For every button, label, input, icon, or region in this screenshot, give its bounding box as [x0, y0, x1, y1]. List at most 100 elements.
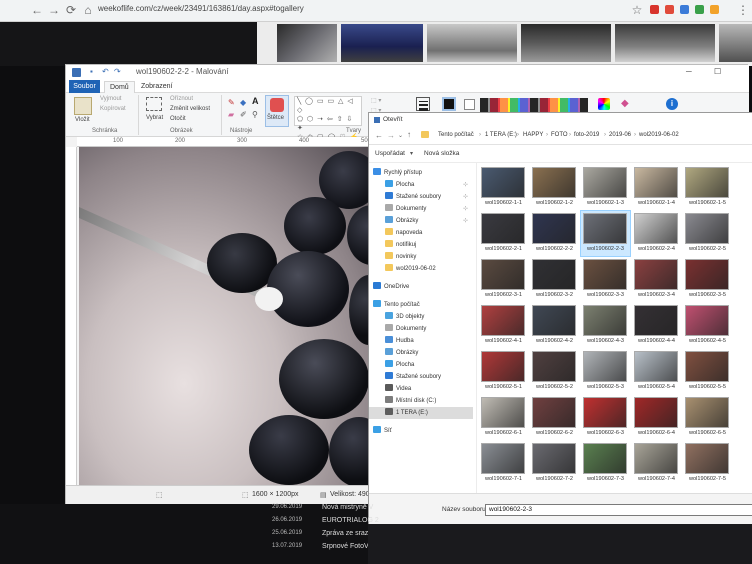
- tab-home[interactable]: Domů: [104, 81, 135, 93]
- tree-item[interactable]: wol2019-06-02: [369, 263, 473, 275]
- tree-item[interactable]: Stažené soubory ⊹: [369, 191, 473, 203]
- breadcrumb-item[interactable]: FOTO: [551, 132, 568, 138]
- reload-icon[interactable]: ⟳: [64, 3, 78, 17]
- extension-icon[interactable]: [695, 5, 704, 14]
- extension-icon[interactable]: [650, 5, 659, 14]
- gallery-thumbnail[interactable]: [341, 24, 423, 62]
- color2-swatch[interactable]: [464, 99, 475, 110]
- tab-file[interactable]: Soubor: [69, 80, 100, 93]
- maximize-icon[interactable]: ☐: [714, 67, 721, 76]
- extension-icon[interactable]: [710, 5, 719, 14]
- fill-icon[interactable]: ◆: [240, 98, 246, 107]
- paste-button[interactable]: Vložit: [75, 117, 90, 123]
- forward-icon[interactable]: →: [387, 131, 395, 140]
- tree-item[interactable]: Dokumenty: [369, 323, 473, 335]
- gallery-thumbnail[interactable]: [615, 24, 715, 62]
- line-size-icon[interactable]: [416, 97, 430, 111]
- tree-item[interactable]: Místní disk (C:): [369, 395, 473, 407]
- eraser-icon[interactable]: ▰: [228, 110, 234, 119]
- address-bar[interactable]: weekoflife.com/cz/week/23491/163861/day.…: [98, 4, 304, 13]
- file-item[interactable]: wol190602-5-5: [683, 349, 732, 394]
- breadcrumb-item[interactable]: 2019-06: [609, 132, 631, 138]
- gallery-thumbnail[interactable]: [427, 24, 517, 62]
- pencil-icon[interactable]: ✎: [228, 98, 235, 107]
- file-item[interactable]: wol190602-7-1: [479, 441, 528, 486]
- paste-icon[interactable]: [74, 97, 92, 115]
- tree-item[interactable]: Stažené soubory: [369, 371, 473, 383]
- file-item[interactable]: wol190602-5-2: [530, 349, 579, 394]
- breadcrumb-item[interactable]: Tento počítač: [438, 132, 474, 138]
- select-button[interactable]: Vybrat: [146, 115, 163, 121]
- file-item[interactable]: wol190602-6-5: [683, 395, 732, 440]
- gallery-thumbnail[interactable]: [277, 24, 337, 62]
- address-breadcrumb[interactable]: ← → ⌄ ↑ Tento počítač 1 TERA (E:) HAPPY …: [369, 127, 752, 145]
- edit-colors-icon[interactable]: [598, 98, 610, 110]
- new-folder-button[interactable]: Nová složka: [424, 150, 459, 157]
- tree-item[interactable]: Plocha ⊹: [369, 179, 473, 191]
- paint3d-icon[interactable]: ◆: [621, 98, 629, 109]
- pin-icon[interactable]: ⊹: [463, 215, 468, 227]
- file-item[interactable]: wol190602-6-1: [479, 395, 528, 440]
- file-item[interactable]: wol190602-4-4: [632, 303, 681, 348]
- redo-icon[interactable]: ↷: [114, 68, 122, 76]
- file-item[interactable]: wol190602-3-3: [581, 257, 630, 302]
- tree-item[interactable]: 1 TERA (E:): [369, 407, 473, 419]
- file-item[interactable]: wol190602-5-4: [632, 349, 681, 394]
- file-item[interactable]: wol190602-2-1: [479, 211, 528, 256]
- select-icon[interactable]: [146, 97, 162, 111]
- file-item[interactable]: wol190602-1-5: [683, 165, 732, 210]
- filename-input[interactable]: wol190602-2-3: [485, 504, 752, 516]
- forward-icon[interactable]: →: [47, 3, 61, 17]
- file-item[interactable]: wol190602-7-3: [581, 441, 630, 486]
- breadcrumb-item[interactable]: HAPPY: [523, 132, 543, 138]
- menu-icon[interactable]: ⋮: [736, 3, 750, 17]
- tree-item[interactable]: Obrázky: [369, 347, 473, 359]
- info-icon[interactable]: i: [666, 98, 678, 110]
- text-tool-icon[interactable]: A: [252, 96, 259, 106]
- tree-item[interactable]: Hudba: [369, 335, 473, 347]
- file-item[interactable]: wol190602-1-2: [530, 165, 579, 210]
- file-item[interactable]: wol190602-3-1: [479, 257, 528, 302]
- minimize-icon[interactable]: ─: [686, 67, 692, 76]
- extension-icon[interactable]: [665, 5, 674, 14]
- file-item[interactable]: wol190602-4-5: [683, 303, 732, 348]
- tree-item[interactable]: novinky: [369, 251, 473, 263]
- rotate-button[interactable]: Otočit: [170, 116, 186, 122]
- crop-button[interactable]: Oříznout: [170, 96, 193, 102]
- file-item[interactable]: wol190602-4-1: [479, 303, 528, 348]
- tree-item[interactable]: 3D objekty: [369, 311, 473, 323]
- color1-swatch[interactable]: [442, 97, 456, 111]
- pin-icon[interactable]: ⊹: [463, 179, 468, 191]
- file-item[interactable]: wol190602-2-5: [683, 211, 732, 256]
- breadcrumb-item[interactable]: wol2019-06-02: [639, 132, 679, 138]
- file-item[interactable]: wol190602-5-1: [479, 349, 528, 394]
- breadcrumb-item[interactable]: foto-2019: [574, 132, 599, 138]
- file-item[interactable]: wol190602-4-3: [581, 303, 630, 348]
- file-item[interactable]: wol190602-1-3: [581, 165, 630, 210]
- organize-chevron-icon[interactable]: ▾: [410, 150, 413, 157]
- file-item[interactable]: wol190602-3-4: [632, 257, 681, 302]
- undo-icon[interactable]: ↶: [102, 68, 110, 76]
- file-item[interactable]: wol190602-6-3: [581, 395, 630, 440]
- tree-item[interactable]: notifikuj: [369, 239, 473, 251]
- gallery-thumbnail[interactable]: [521, 24, 611, 62]
- pin-icon[interactable]: ⊹: [463, 203, 468, 215]
- paint-canvas[interactable]: [79, 147, 379, 485]
- tree-item[interactable]: Obrázky ⊹: [369, 215, 473, 227]
- news-link[interactable]: EUROTRIALOG 2: [322, 517, 379, 524]
- tree-item[interactable]: Síť: [369, 425, 473, 437]
- home-icon[interactable]: ⌂: [81, 3, 95, 17]
- file-item[interactable]: wol190602-1-1: [479, 165, 528, 210]
- file-item[interactable]: wol190602-7-5: [683, 441, 732, 486]
- file-item[interactable]: wol190602-5-3: [581, 349, 630, 394]
- news-link[interactable]: Zpráva ze srazu: [322, 530, 372, 537]
- file-item[interactable]: wol190602-2-2: [530, 211, 579, 256]
- gallery-thumbnail[interactable]: [719, 24, 752, 62]
- file-item[interactable]: wol190602-3-2: [530, 257, 579, 302]
- up-icon[interactable]: ↑: [407, 130, 411, 139]
- file-item[interactable]: wol190602-1-4: [632, 165, 681, 210]
- cut-button[interactable]: Vyjmout: [100, 96, 121, 102]
- breadcrumb-item[interactable]: 1 TERA (E:): [485, 132, 517, 138]
- back-icon[interactable]: ←: [30, 3, 44, 17]
- file-item[interactable]: wol190602-2-4: [632, 211, 681, 256]
